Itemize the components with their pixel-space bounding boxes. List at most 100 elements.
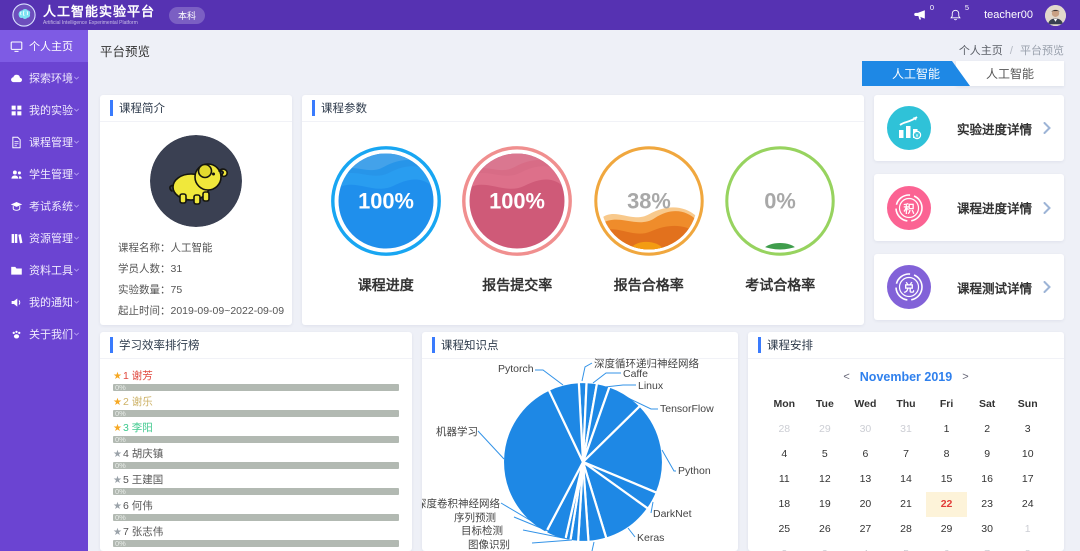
breadcrumb-home[interactable]: 个人主页 (959, 45, 1003, 57)
calendar-cell[interactable]: 9 (967, 442, 1008, 467)
calendar-day-header: Fri (926, 392, 967, 417)
calendar-cell[interactable]: 7 (967, 542, 1008, 551)
calendar-cell[interactable]: 7 (886, 442, 927, 467)
pie-label: Keras (637, 532, 664, 544)
calendar-cell[interactable]: 1 (926, 417, 967, 442)
calendar-next-button[interactable]: > (952, 371, 978, 383)
sidebar-item-探索环境[interactable]: 探索环境 (0, 62, 88, 94)
calendar-cell[interactable]: 8 (926, 442, 967, 467)
calendar-cell[interactable]: 4 (845, 542, 886, 551)
calendar-prev-button[interactable]: < (833, 371, 859, 383)
calendar-month-label: November 2019 (860, 370, 952, 384)
announcement-icon[interactable]: 0 (913, 8, 927, 22)
sidebar-item-资源管理[interactable]: 资源管理 (0, 222, 88, 254)
student-name: 张志伟 (132, 526, 164, 538)
calendar-cell[interactable]: 30 (967, 517, 1008, 542)
calendar-cell[interactable]: 24 (1007, 492, 1048, 517)
calendar-cell[interactable]: 13 (845, 467, 886, 492)
sidebar-item-关于我们[interactable]: 关于我们 (0, 318, 88, 350)
sidebar-item-课程管理[interactable]: 课程管理 (0, 126, 88, 158)
calendar-cell[interactable]: 23 (967, 492, 1008, 517)
calendar-day-header: Thu (886, 392, 927, 417)
rank-number: 3 (123, 422, 129, 434)
calendar-cell[interactable]: 2 (764, 542, 805, 551)
chevron-down-icon (73, 234, 80, 242)
calendar-cell[interactable]: 3 (1007, 417, 1048, 442)
username[interactable]: teacher00 (984, 9, 1033, 21)
experiment-count-field: 实验数量：75 (118, 280, 274, 301)
calendar-cell[interactable]: 14 (886, 467, 927, 492)
sidebar-item-考试系统[interactable]: 考试系统 (0, 190, 88, 222)
calendar-cell[interactable]: 16 (967, 467, 1008, 492)
course-progress-card[interactable]: 积 课程进度详情 (874, 174, 1064, 241)
calendar-cell[interactable]: 29 (805, 417, 846, 442)
chevron-right-icon[interactable] (1043, 281, 1051, 293)
gauge-report-pass: 38% 报告合格率 (585, 144, 713, 295)
chevron-down-icon (73, 138, 80, 146)
calendar-cell[interactable]: 29 (926, 517, 967, 542)
calendar-cell-today[interactable]: 22 (926, 492, 967, 517)
calendar-cell[interactable]: 28 (886, 517, 927, 542)
sidebar-item-学生管理[interactable]: 学生管理 (0, 158, 88, 190)
tab-course-inactive[interactable]: 人工智能 (956, 61, 1064, 86)
calendar-cell[interactable]: 6 (926, 542, 967, 551)
app-logo: 人工智能实验平台 Artificial Intelligence Experim… (12, 3, 155, 27)
calendar-cell[interactable]: 6 (845, 442, 886, 467)
cloud-icon (10, 72, 23, 85)
star-icon: ★ (113, 423, 122, 434)
rank-number: 1 (123, 370, 129, 382)
calendar-cell[interactable]: 30 (845, 417, 886, 442)
calendar-cell[interactable]: 2 (967, 417, 1008, 442)
calendar-cell[interactable]: 1 (1007, 517, 1048, 542)
calendar-cell[interactable]: 15 (926, 467, 967, 492)
chevron-right-icon[interactable] (1043, 202, 1051, 214)
card-title: 学习效率排行榜 (110, 337, 200, 353)
calendar-cell[interactable]: 5 (886, 542, 927, 551)
chevron-down-icon (73, 170, 80, 178)
calendar-cell[interactable]: 27 (845, 517, 886, 542)
sidebar-item-我的通知[interactable]: 我的通知 (0, 286, 88, 318)
calendar-cell[interactable]: 28 (764, 417, 805, 442)
sidebar-item-资料工具[interactable]: 资料工具 (0, 254, 88, 286)
sidebar-item-label: 我的通知 (29, 294, 73, 310)
calendar-cell[interactable]: 4 (764, 442, 805, 467)
liquid-gauge-pink: 100% (460, 144, 574, 258)
calendar-cell[interactable]: 18 (764, 492, 805, 517)
calendar-cell[interactable]: 3 (805, 542, 846, 551)
pie-label: TensorFlow (660, 403, 714, 415)
calendar-cell[interactable]: 8 (1007, 542, 1048, 551)
notification-bell-icon[interactable]: 5 (949, 8, 962, 22)
calendar-cell[interactable]: 11 (764, 467, 805, 492)
sidebar-item-我的实验[interactable]: 我的实验 (0, 94, 88, 126)
rank-number: 7 (123, 526, 129, 538)
calendar-cell[interactable]: 26 (805, 517, 846, 542)
avatar[interactable] (1045, 5, 1066, 26)
course-test-card[interactable]: 兑 课程测试详情 (874, 254, 1064, 320)
pie-label: Python (678, 465, 711, 477)
sidebar-item-个人主页[interactable]: 个人主页 (0, 30, 88, 62)
calendar-cell[interactable]: 25 (764, 517, 805, 542)
tab-course-active[interactable]: 人工智能 (862, 61, 970, 86)
calendar-cell[interactable]: 20 (845, 492, 886, 517)
pie-label: 深度卷积神经网络 (422, 496, 500, 511)
calendar-cell[interactable]: 12 (805, 467, 846, 492)
chevron-right-icon[interactable] (1043, 122, 1051, 134)
folder-icon (10, 264, 23, 277)
gauge-course-progress: 100% 课程进度 (322, 144, 450, 295)
calendar-cell[interactable]: 21 (886, 492, 927, 517)
calendar-cell[interactable]: 19 (805, 492, 846, 517)
progress-percent: 0% (115, 487, 126, 496)
calendar-cell[interactable]: 5 (805, 442, 846, 467)
experiment-progress-card[interactable]: ¥ 实验进度详情 (874, 95, 1064, 161)
gauge-label: 报告合格率 (614, 275, 684, 295)
gauge-label: 课程进度 (358, 275, 414, 295)
calendar-cell[interactable]: 17 (1007, 467, 1048, 492)
calendar-cell[interactable]: 10 (1007, 442, 1048, 467)
calendar-cell[interactable]: 31 (886, 417, 927, 442)
student-name: 谢芳 (132, 370, 153, 382)
course-params-card: 课程参数 100% 课程进度 (302, 95, 864, 325)
gauge-value: 100% (489, 189, 545, 214)
announcement-count: 0 (930, 3, 934, 12)
sidebar-item-label: 考试系统 (29, 198, 73, 214)
chevron-down-icon (73, 330, 80, 338)
